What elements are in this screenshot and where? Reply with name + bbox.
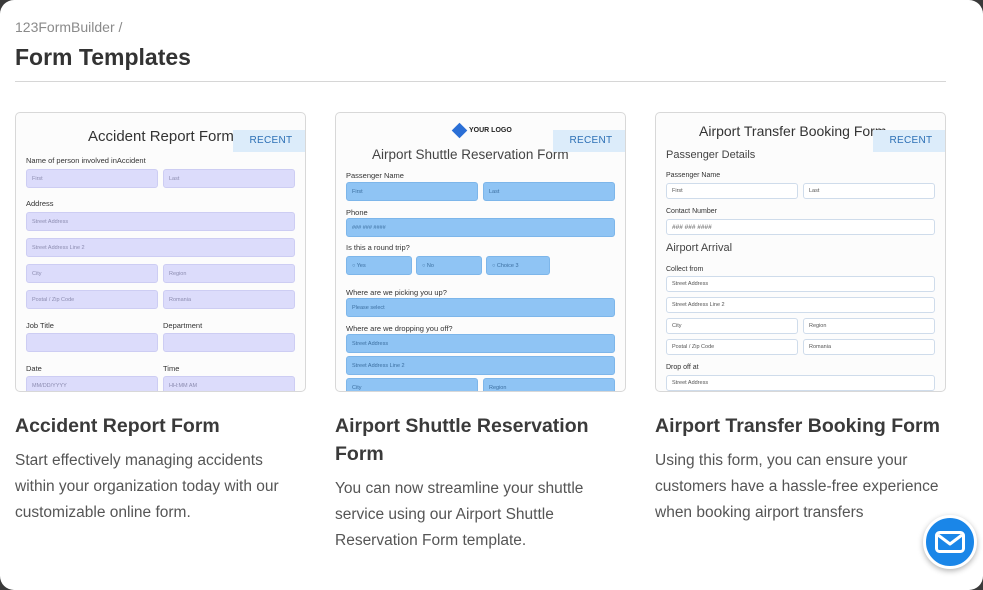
preview-select: Romania	[163, 290, 295, 309]
preview-field: Street Address Line 2	[666, 297, 935, 313]
divider	[15, 81, 946, 82]
preview-field: City	[26, 264, 158, 283]
preview-label: Address	[26, 199, 54, 208]
preview-radio: ○ Choice 3	[486, 256, 550, 275]
preview-label: Is this a round trip?	[346, 243, 410, 252]
preview-radio: ○ No	[416, 256, 482, 275]
page-surface: 123FormBuilder / Form Templates Accident…	[0, 0, 983, 590]
preview-select: Romania	[803, 339, 935, 355]
preview-date-field: MM/DD/YYYY	[26, 376, 158, 391]
preview-option: No	[426, 263, 434, 269]
preview-field: Street Address	[26, 212, 295, 231]
preview-heading: Airport Shuttle Reservation Form	[372, 147, 569, 162]
preview-heading: Airport Transfer Booking Form	[699, 123, 887, 139]
preview-label: Passenger Name	[666, 172, 721, 179]
preview-field: First	[666, 183, 798, 199]
preview-field: Street Address Line 2	[346, 356, 615, 375]
template-preview[interactable]: YOUR LOGO Airport Shuttle Reservation Fo…	[335, 112, 626, 392]
preview-label: Where are we picking you up?	[346, 288, 447, 297]
recent-badge: RECENT	[873, 130, 945, 152]
preview-time-field: HH:MM AM	[163, 376, 295, 391]
preview-field: First	[346, 182, 478, 201]
template-card-airport-shuttle[interactable]: YOUR LOGO Airport Shuttle Reservation Fo…	[335, 112, 626, 554]
card-title[interactable]: Airport Shuttle Reservation Form	[335, 412, 626, 468]
card-description: Start effectively managing accidents wit…	[15, 452, 279, 521]
recent-badge: RECENT	[553, 130, 625, 152]
preview-field: Region	[803, 318, 935, 334]
template-card-accident-report[interactable]: Accident Report Form Name of person invo…	[15, 112, 306, 526]
preview-label: Date	[26, 364, 42, 373]
preview-field: Street Address	[346, 334, 615, 353]
preview-field: ### ### ####	[666, 219, 935, 235]
preview-label: Drop off at	[666, 364, 699, 371]
preview-field: City	[346, 378, 478, 391]
preview-field: ### ### ####	[346, 218, 615, 237]
preview-label: Name of person involved inAccident	[26, 156, 146, 165]
preview-field: Last	[803, 183, 935, 199]
preview-field: Street Address	[666, 375, 935, 391]
preview-field: Postal / Zip Code	[26, 290, 158, 309]
preview-field: Last	[483, 182, 615, 201]
preview-field: City	[666, 318, 798, 334]
preview-field: Street Address	[666, 276, 935, 292]
preview-option: Yes	[356, 263, 366, 269]
breadcrumb[interactable]: 123FormBuilder /	[15, 19, 122, 35]
recent-badge: RECENT	[233, 130, 305, 152]
preview-field	[26, 333, 158, 352]
preview-heading: Accident Report Form	[88, 128, 234, 145]
card-title[interactable]: Airport Transfer Booking Form	[655, 412, 946, 440]
preview-label: Collect from	[666, 266, 704, 273]
preview-field: Region	[483, 378, 615, 391]
preview-label: Where are we dropping you off?	[346, 324, 453, 333]
preview-label: Contact Number	[666, 208, 717, 215]
template-preview[interactable]: Airport Transfer Booking Form Passenger …	[655, 112, 946, 392]
card-title[interactable]: Accident Report Form	[15, 412, 306, 440]
envelope-icon	[935, 531, 965, 553]
preview-field: Postal / Zip Code	[666, 339, 798, 355]
preview-field: First	[26, 169, 158, 188]
preview-field: Region	[163, 264, 295, 283]
preview-logo: YOUR LOGO	[451, 122, 512, 139]
card-description: Using this form, you can ensure your cus…	[655, 452, 939, 521]
preview-field: Last	[163, 169, 295, 188]
preview-label: Department	[163, 321, 203, 330]
chat-button[interactable]	[923, 515, 977, 569]
preview-label: Phone	[346, 208, 368, 217]
preview-section: Airport Arrival	[666, 242, 733, 254]
page-title: Form Templates	[15, 44, 191, 70]
preview-field	[163, 333, 295, 352]
preview-field: Street Address Line 2	[26, 238, 295, 257]
preview-label: Passenger Name	[346, 171, 404, 180]
preview-radio: ○ Yes	[346, 256, 412, 275]
template-preview[interactable]: Accident Report Form Name of person invo…	[15, 112, 306, 392]
preview-select: Please select	[346, 298, 615, 317]
card-description: You can now streamline your shuttle serv…	[335, 480, 584, 549]
preview-option: Choice 3	[496, 263, 519, 269]
preview-label: Time	[163, 364, 180, 373]
logo-diamond-icon	[451, 122, 468, 139]
preview-section: Passenger Details	[666, 149, 756, 161]
preview-label: Job Title	[26, 321, 54, 330]
logo-text: YOUR LOGO	[469, 127, 512, 134]
template-card-airport-transfer[interactable]: Airport Transfer Booking Form Passenger …	[655, 112, 946, 526]
